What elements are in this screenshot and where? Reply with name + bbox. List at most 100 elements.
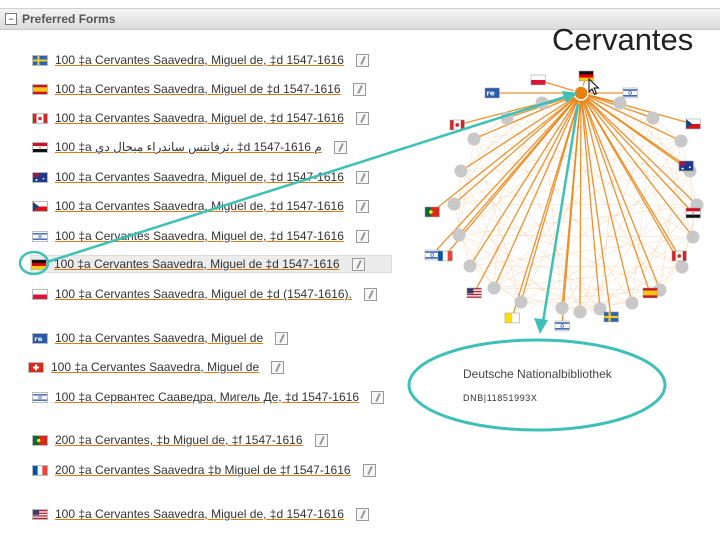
link-edge — [561, 92, 582, 327]
heading-link[interactable]: 100 ‡a Cervantes Saavedra, Miguel de, ‡d… — [55, 53, 344, 67]
graph-focus-title: Cervantes — [552, 22, 694, 57]
heading-link[interactable]: 100 ‡a Cervantes Saavedra, Miguel de, ‡d… — [55, 170, 344, 184]
graph-node — [555, 301, 569, 315]
israel-flag-node[interactable] — [554, 320, 570, 332]
network-edge — [561, 307, 601, 310]
link-edge — [444, 92, 582, 257]
network-edge — [599, 102, 621, 310]
heading-link[interactable]: 100 ‡a Cervantes Saavedra, Miguel de ‡d … — [54, 257, 340, 271]
heading-link[interactable]: 100 ‡a Cervantes Saavedra, Miguel de, ‡d… — [55, 229, 344, 243]
network-edge — [506, 117, 581, 313]
preferred-form-row: 100 ‡a Cervantes Saavedra, Miguel de, ‡d… — [32, 51, 369, 69]
preferred-form-row: 100 ‡a Cervantes Saavedra, Miguel de, ‡d… — [32, 227, 369, 245]
canada-flag-node[interactable] — [449, 119, 465, 131]
heading-link[interactable]: 100 ‡a Cervantes Saavedra, Miguel de, ‡d… — [55, 507, 344, 521]
network-edge — [659, 140, 682, 291]
spain-flag-node[interactable] — [642, 287, 658, 299]
poland-flag-icon — [32, 288, 48, 300]
edit-pencil-icon[interactable] — [314, 433, 328, 447]
minus-box-icon[interactable]: – — [5, 13, 17, 25]
france-flag-node[interactable] — [437, 250, 453, 262]
network-edge — [473, 117, 508, 140]
network-edge — [460, 170, 522, 303]
edit-pencil-icon[interactable] — [333, 140, 347, 154]
preferred-form-row: 100 ‡a Cervantes Saavedra, Miguel de ‡d … — [32, 285, 377, 303]
network-edge — [458, 234, 581, 313]
heading-link[interactable]: 200 ‡a Cervantes, ‡b Miguel de, ‡f 1547-… — [55, 433, 303, 447]
vatican-flag-node[interactable] — [504, 312, 520, 324]
link-edge — [580, 92, 680, 257]
link-edge — [580, 92, 612, 318]
info-callout-ellipse — [407, 338, 667, 432]
portugal-flag-icon — [32, 434, 48, 446]
preferred-form-row: 100 ‡a Сервантес Сааведра, Мигель Де, ‡d… — [32, 388, 384, 406]
link-edge — [520, 92, 582, 303]
graph-node — [447, 197, 461, 211]
link-edge — [460, 92, 582, 172]
heading-link[interactable]: 100 ‡a Cervantes Saavedra, Miguel de — [55, 331, 263, 345]
edit-pencil-icon[interactable] — [371, 390, 384, 404]
edit-pencil-icon[interactable] — [355, 53, 369, 67]
edit-pencil-icon[interactable] — [352, 82, 366, 96]
edit-pencil-icon[interactable] — [355, 111, 369, 125]
heading-link[interactable]: 100 ‡a Cervantes Saavedra, Miguel de ‡d … — [55, 287, 352, 301]
canada-flag-node[interactable] — [671, 250, 687, 262]
israel-flag-node[interactable] — [424, 249, 440, 261]
network-edge — [458, 138, 475, 236]
heading-link[interactable]: 100 ‡a Cervantes Saavedra, Miguel de, ‡d… — [55, 111, 344, 125]
graph-node — [467, 132, 481, 146]
edit-pencil-icon[interactable] — [355, 199, 369, 213]
edit-pencil-icon[interactable] — [351, 257, 365, 271]
network-edge — [520, 204, 698, 303]
edit-pencil-icon[interactable] — [271, 360, 285, 374]
edit-pencil-icon[interactable] — [362, 463, 376, 477]
edit-pencil-icon[interactable] — [363, 287, 377, 301]
network-edge — [453, 203, 698, 206]
edit-pencil-icon[interactable] — [355, 507, 369, 521]
mouse-cursor-icon — [588, 78, 600, 96]
network-edge — [689, 170, 694, 238]
heading-link[interactable]: 100 ‡a Cervantes Saavedra, Miguel de — [51, 360, 259, 374]
egypt-flag-node[interactable] — [685, 207, 701, 219]
network-edge — [493, 287, 563, 309]
network-edge — [561, 236, 694, 309]
preferred-form-row: 100 ‡a Cervantes Saavedra, Miguel de ‡d … — [32, 80, 366, 98]
annotation-arrow — [541, 103, 580, 323]
heading-link[interactable]: 100 ‡a Cervantes Saavedra, Miguel de, ‡d… — [55, 199, 344, 213]
link-edge — [580, 92, 694, 214]
svg-text:re: re — [486, 89, 495, 98]
heading-link[interactable]: 100 ‡a Сервантес Сааведра, Мигель Де, ‡d… — [55, 390, 359, 404]
network-edge — [458, 234, 633, 304]
network-edge — [460, 170, 683, 268]
network-edge — [473, 138, 601, 310]
network-edge — [520, 289, 661, 303]
usa-flag-icon — [32, 508, 48, 520]
israel-flag-node[interactable] — [622, 87, 638, 99]
edit-pencil-icon[interactable] — [355, 170, 369, 184]
network-edge — [652, 117, 682, 142]
czech-flag-node[interactable] — [685, 118, 701, 130]
network-edge — [458, 234, 694, 238]
sweden-flag-node[interactable] — [603, 311, 619, 323]
edit-pencil-icon[interactable] — [275, 331, 289, 345]
rero-flag-node[interactable]: re — [484, 87, 500, 99]
heading-link[interactable]: 100 ‡a Cervantes Saavedra, Miguel de ‡d … — [55, 82, 341, 96]
svg-text:re: re — [34, 335, 43, 343]
heading-link[interactable]: 100 ‡a ثرفانتس ساندراء ميجال دي، ‡d 1547… — [55, 140, 322, 154]
selected-node — [573, 85, 589, 101]
network-edge — [473, 138, 683, 268]
heading-link[interactable]: 200 ‡a Cervantes Saavedra ‡b Miguel de ‡… — [55, 463, 351, 477]
network-edge — [631, 170, 691, 304]
network-edge — [473, 138, 522, 303]
graph-node — [686, 230, 700, 244]
link-edge — [580, 92, 621, 104]
australia-flag-node[interactable] — [678, 160, 694, 172]
portugal-flag-node[interactable] — [424, 206, 440, 218]
graph-node — [646, 111, 660, 125]
network-edge — [469, 265, 601, 310]
link-edge — [493, 92, 582, 289]
poland-flag-node[interactable] — [530, 74, 546, 86]
usa-flag-node[interactable] — [466, 287, 482, 299]
edit-pencil-icon[interactable] — [355, 229, 369, 243]
australia-flag-icon — [32, 171, 48, 183]
